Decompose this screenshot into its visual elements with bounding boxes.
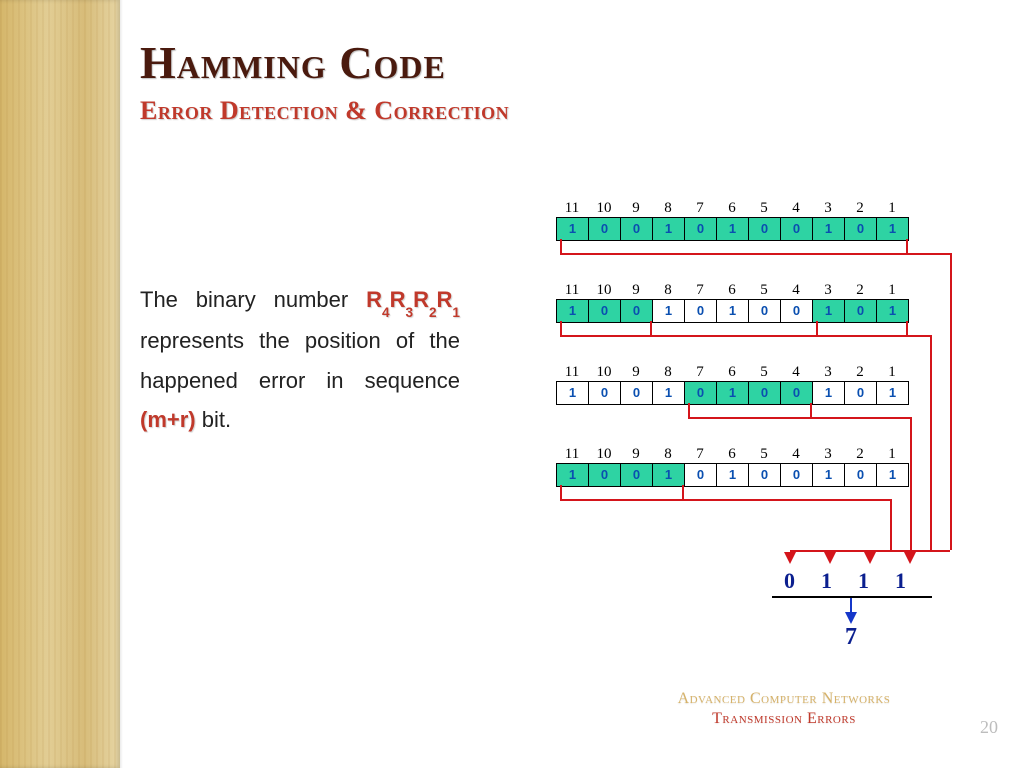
bit-cell: 0 <box>685 300 717 322</box>
bit-cell: 0 <box>685 218 717 240</box>
bit-cell: 1 <box>653 300 685 322</box>
body-post: bit. <box>196 407 231 432</box>
side-texture <box>0 0 120 768</box>
slide: Hamming Code Error Detection & Correctio… <box>0 0 1024 768</box>
bit-cell: 1 <box>653 218 685 240</box>
body-r1: R1 <box>437 287 460 312</box>
position-numbers: 1110987654321 <box>556 446 909 463</box>
bit-cell: 1 <box>717 218 749 240</box>
body-r3: R3 <box>390 287 413 312</box>
bit-cell: 0 <box>589 464 621 486</box>
body-pre: The binary number <box>140 287 366 312</box>
bit-cell: 1 <box>813 382 845 404</box>
bit-cell: 0 <box>621 382 653 404</box>
bit-cell: 0 <box>781 464 813 486</box>
bit-cells: 10010100101 <box>556 463 909 487</box>
result-underline <box>772 596 932 598</box>
bit-cell: 0 <box>621 300 653 322</box>
bit-cell: 1 <box>877 218 908 240</box>
body-r2: R2 <box>413 287 436 312</box>
arrow-down-icon <box>904 552 916 564</box>
bit-cell: 1 <box>877 382 908 404</box>
bit-cell: 0 <box>845 464 877 486</box>
arrow-down-icon <box>845 612 857 624</box>
bit-cell: 0 <box>781 382 813 404</box>
body-mid: represents the position of the happened … <box>140 328 460 393</box>
bit-cell: 0 <box>621 218 653 240</box>
bit-cell: 1 <box>717 300 749 322</box>
bit-cell: 0 <box>781 300 813 322</box>
bit-cell: 0 <box>589 218 621 240</box>
bit-cell: 0 <box>749 464 781 486</box>
bit-cell: 1 <box>877 300 908 322</box>
position-numbers: 1110987654321 <box>556 282 909 299</box>
arrow-down-icon <box>784 552 796 564</box>
bit-cell: 1 <box>813 300 845 322</box>
bit-cell: 1 <box>717 382 749 404</box>
bit-cell: 1 <box>557 382 589 404</box>
bit-cell: 1 <box>557 464 589 486</box>
footer-topic: Transmission Errors <box>614 710 954 728</box>
body-paragraph: The binary number R4R3R2R1 represents th… <box>140 280 460 440</box>
bit-cell: 1 <box>877 464 908 486</box>
page-number: 20 <box>980 717 998 738</box>
title: Hamming Code <box>140 36 446 89</box>
position-numbers: 1110987654321 <box>556 200 909 217</box>
bitrow-4: 111098765432110010100101 <box>510 446 909 487</box>
bit-cell: 0 <box>685 382 717 404</box>
arrow-down-icon <box>864 552 876 564</box>
hamming-diagram: 1110987654321100101001011110987654321100… <box>510 200 970 650</box>
body-r4: R4 <box>366 287 389 312</box>
bit-cell: 0 <box>845 218 877 240</box>
bit-cell: 1 <box>557 218 589 240</box>
result-bits: 0111 <box>784 568 906 594</box>
bit-cell: 0 <box>621 464 653 486</box>
body-mr: (m+r) <box>140 407 196 432</box>
bit-cell: 0 <box>749 300 781 322</box>
bit-cell: 1 <box>653 382 685 404</box>
subtitle: Error Detection & Correction <box>140 96 509 126</box>
bitrow-3: 111098765432110010100101 <box>510 364 909 405</box>
bit-cell: 1 <box>557 300 589 322</box>
bit-cell: 0 <box>749 382 781 404</box>
bit-cells: 10010100101 <box>556 381 909 405</box>
position-numbers: 1110987654321 <box>556 364 909 381</box>
bit-cell: 0 <box>589 382 621 404</box>
footer-course: Advanced Computer Networks <box>614 690 954 708</box>
bit-cell: 0 <box>781 218 813 240</box>
bit-cell: 1 <box>653 464 685 486</box>
bit-cell: 1 <box>717 464 749 486</box>
bit-cell: 1 <box>813 464 845 486</box>
result-value: 7 <box>845 624 857 651</box>
bit-cell: 0 <box>845 382 877 404</box>
bit-cell: 0 <box>589 300 621 322</box>
bit-cell: 0 <box>749 218 781 240</box>
bit-cell: 0 <box>685 464 717 486</box>
bit-cell: 1 <box>813 218 845 240</box>
bit-cells: 10010100101 <box>556 299 909 323</box>
bit-cells: 10010100101 <box>556 217 909 241</box>
bitrow-2: 111098765432110010100101 <box>510 282 909 323</box>
bitrow-1: 111098765432110010100101 <box>510 200 909 241</box>
arrow-down-icon <box>824 552 836 564</box>
bit-cell: 0 <box>845 300 877 322</box>
